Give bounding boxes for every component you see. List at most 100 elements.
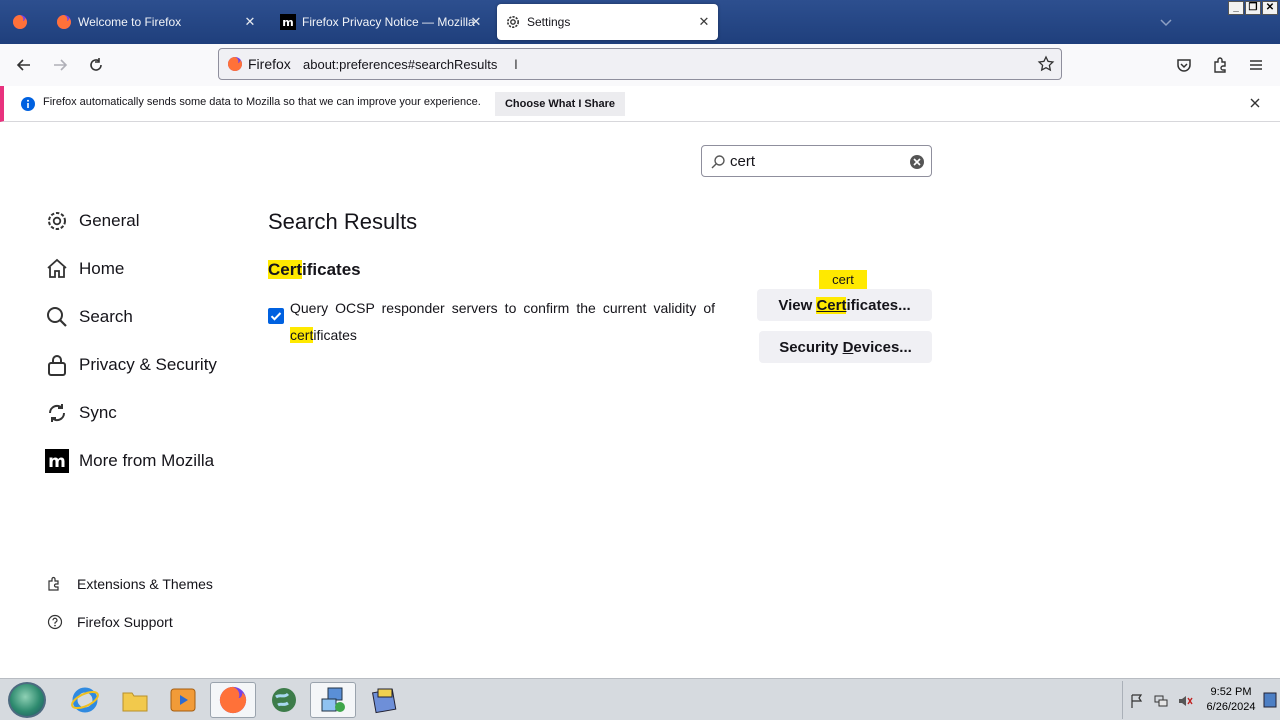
network-tool-icon[interactable] xyxy=(310,682,356,718)
search-highlight: cert xyxy=(290,327,314,343)
start-button[interactable] xyxy=(8,682,46,718)
search-highlight: Cert xyxy=(816,296,847,314)
category-general[interactable]: General xyxy=(45,206,139,236)
menu-icon[interactable] xyxy=(1247,56,1265,74)
category-label: More from Mozilla xyxy=(79,451,215,470)
window-controls: _ ❐ ✕ xyxy=(1228,1,1278,15)
extensions-themes-link[interactable]: Extensions & Themes xyxy=(47,573,213,595)
system-tray: 9:52 PM 6/26/2024 xyxy=(1122,681,1278,719)
firefox-icon[interactable] xyxy=(12,14,28,30)
mozilla-m-icon: m xyxy=(45,449,69,473)
url-text[interactable]: about:preferences#searchResults xyxy=(303,57,497,72)
access-key: D xyxy=(842,338,854,356)
media-player-icon[interactable] xyxy=(160,682,206,718)
pocket-icon[interactable] xyxy=(1175,56,1193,74)
firefox-support-link[interactable]: Firefox Support xyxy=(47,611,173,633)
choose-what-i-share-button[interactable]: Choose What I Share xyxy=(495,92,625,116)
back-arrow-icon[interactable] xyxy=(15,56,33,74)
chevron-down-icon[interactable] xyxy=(1158,14,1174,30)
archive-icon[interactable] xyxy=(361,682,407,718)
help-icon xyxy=(47,614,63,630)
category-label: Sync xyxy=(79,403,117,422)
flag-icon[interactable] xyxy=(1129,693,1145,709)
category-search[interactable]: Search xyxy=(45,302,133,332)
close-icon[interactable]: ✕ xyxy=(468,14,484,30)
close-window-button[interactable]: ✕ xyxy=(1262,1,1278,15)
ocsp-label-main: Query OCSP responder servers to confirm … xyxy=(290,300,715,316)
clock-time: 9:52 PM xyxy=(1210,686,1252,698)
category-sync[interactable]: Sync xyxy=(45,398,117,428)
ocsp-checkbox-label[interactable]: Query OCSP responder servers to confirm … xyxy=(290,295,715,349)
identity-label: Firefox xyxy=(248,56,291,72)
mozilla-m-icon: m xyxy=(280,14,296,30)
globe-icon[interactable] xyxy=(261,682,307,718)
ocsp-checkbox[interactable] xyxy=(268,308,284,324)
search-highlight: Cert xyxy=(268,260,303,279)
button-text-rest: evices... xyxy=(853,338,912,356)
checkmark-icon xyxy=(270,312,282,321)
security-devices-button[interactable]: Security Devices... xyxy=(759,331,932,363)
tab-title: Welcome to Firefox xyxy=(78,15,182,29)
category-privacy-security[interactable]: Privacy & Security xyxy=(45,350,217,380)
url-bar[interactable]: Firefox about:preferences#searchResults … xyxy=(218,48,1062,80)
settings-page: cert General Home Search Privacy & Secur… xyxy=(0,122,1280,678)
clock-date: 6/26/2024 xyxy=(1206,701,1256,713)
clock[interactable]: 9:52 PM 6/26/2024 xyxy=(1201,685,1261,715)
search-value[interactable]: cert xyxy=(730,153,755,170)
minimize-button[interactable]: _ xyxy=(1228,1,1244,15)
file-explorer-icon[interactable] xyxy=(112,682,158,718)
info-icon xyxy=(21,97,35,111)
search-results-title: Search Results xyxy=(268,209,418,234)
button-text-rest: ificates... xyxy=(846,296,911,314)
ocsp-label-rest: ificates xyxy=(313,327,357,343)
gear-icon xyxy=(48,212,66,230)
tab-privacy-notice[interactable]: m Firefox Privacy Notice — Mozilla ✕ xyxy=(272,4,490,40)
star-icon[interactable] xyxy=(1037,55,1055,73)
data-notification-bar: Firefox automatically sends some data to… xyxy=(0,86,1280,122)
button-text-pre: Security xyxy=(779,338,843,356)
button-text-pre: View xyxy=(778,296,817,314)
lock-icon xyxy=(48,355,66,376)
search-icon xyxy=(47,307,67,327)
reload-icon[interactable] xyxy=(87,56,105,74)
volume-muted-icon[interactable] xyxy=(1177,693,1193,709)
navigation-toolbar: Firefox about:preferences#searchResults … xyxy=(0,44,1280,86)
tab-title: Firefox Privacy Notice — Mozilla xyxy=(302,15,475,29)
firefox-icon[interactable] xyxy=(210,682,256,718)
clear-search-icon[interactable] xyxy=(909,154,925,170)
settings-search-input[interactable]: cert xyxy=(701,145,932,177)
network-icon[interactable] xyxy=(1153,693,1169,709)
notification-text: Firefox automatically sends some data to… xyxy=(43,96,481,108)
heading-rest: ificates xyxy=(302,260,361,279)
search-match-tooltip: cert xyxy=(819,270,867,290)
search-icon xyxy=(711,155,725,169)
view-certificates-button[interactable]: View Certificates... xyxy=(757,289,932,321)
close-icon[interactable] xyxy=(1248,96,1262,110)
text-cursor-icon: I xyxy=(514,56,518,72)
close-icon[interactable]: ✕ xyxy=(696,14,712,30)
svg-text:m: m xyxy=(48,452,66,472)
tab-settings[interactable]: Settings ✕ xyxy=(497,4,718,40)
sync-icon xyxy=(48,404,66,422)
puzzle-icon xyxy=(48,576,59,591)
show-desktop-icon[interactable] xyxy=(1263,691,1277,709)
tab-strip: Welcome to Firefox ✕ m Firefox Privacy N… xyxy=(0,0,1280,44)
internet-explorer-icon[interactable] xyxy=(62,682,108,718)
svg-text:m: m xyxy=(282,16,293,29)
taskbar: 9:52 PM 6/26/2024 xyxy=(0,678,1280,720)
forward-arrow-icon[interactable] xyxy=(51,56,69,74)
tab-title: Settings xyxy=(527,15,571,29)
tab-welcome[interactable]: Welcome to Firefox ✕ xyxy=(48,4,264,40)
close-icon[interactable]: ✕ xyxy=(242,14,258,30)
gear-icon xyxy=(507,16,519,28)
category-label: General xyxy=(79,211,140,230)
category-label: Search xyxy=(79,307,133,326)
category-label: Home xyxy=(79,259,125,278)
identity-box[interactable]: Firefox xyxy=(227,56,291,72)
extensions-icon[interactable] xyxy=(1211,56,1229,74)
home-icon xyxy=(47,258,67,278)
category-more-from-mozilla[interactable]: m More from Mozilla xyxy=(45,446,214,476)
category-home[interactable]: Home xyxy=(45,254,124,284)
restore-button[interactable]: ❐ xyxy=(1245,1,1261,15)
firefox-icon xyxy=(228,57,242,71)
